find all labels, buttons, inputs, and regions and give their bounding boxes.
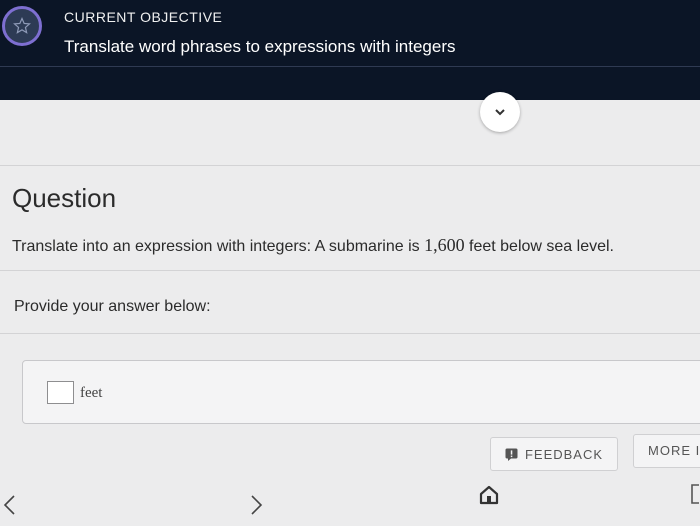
divider xyxy=(0,333,700,334)
chevron-right-icon[interactable] xyxy=(250,494,264,516)
objective-header: CURRENT OBJECTIVE Translate word phrases… xyxy=(0,0,700,100)
prompt-prefix: Translate into an expression with intege… xyxy=(12,238,425,255)
feedback-label: FEEDBACK xyxy=(524,446,604,462)
feedback-button[interactable]: FEEDBACK xyxy=(490,437,618,471)
unit-label: feet xyxy=(80,385,103,401)
divider xyxy=(0,165,700,166)
home-icon[interactable] xyxy=(478,484,500,506)
question-prompt: Translate into an expression with intege… xyxy=(12,235,614,256)
more-label: MORE I xyxy=(648,443,700,458)
objective-label: CURRENT OBJECTIVE xyxy=(64,9,223,25)
star-icon xyxy=(2,6,42,46)
feedback-icon xyxy=(505,448,518,461)
more-button[interactable]: MORE I xyxy=(633,434,700,468)
question-heading: Question xyxy=(12,183,117,213)
objective-title: Translate word phrases to expressions wi… xyxy=(64,37,456,56)
corner-icon xyxy=(691,484,699,504)
prompt-number: 1,600 xyxy=(424,235,465,255)
answer-area: feet xyxy=(22,360,700,424)
expand-button[interactable] xyxy=(480,92,520,132)
answer-instruction: Provide your answer below: xyxy=(14,298,211,315)
divider xyxy=(0,270,700,271)
chevron-down-icon xyxy=(495,109,505,116)
answer-input[interactable] xyxy=(47,381,74,404)
chevron-left-icon[interactable] xyxy=(2,494,16,516)
prompt-suffix: feet below sea level. xyxy=(464,238,614,255)
header-divider xyxy=(0,66,700,67)
